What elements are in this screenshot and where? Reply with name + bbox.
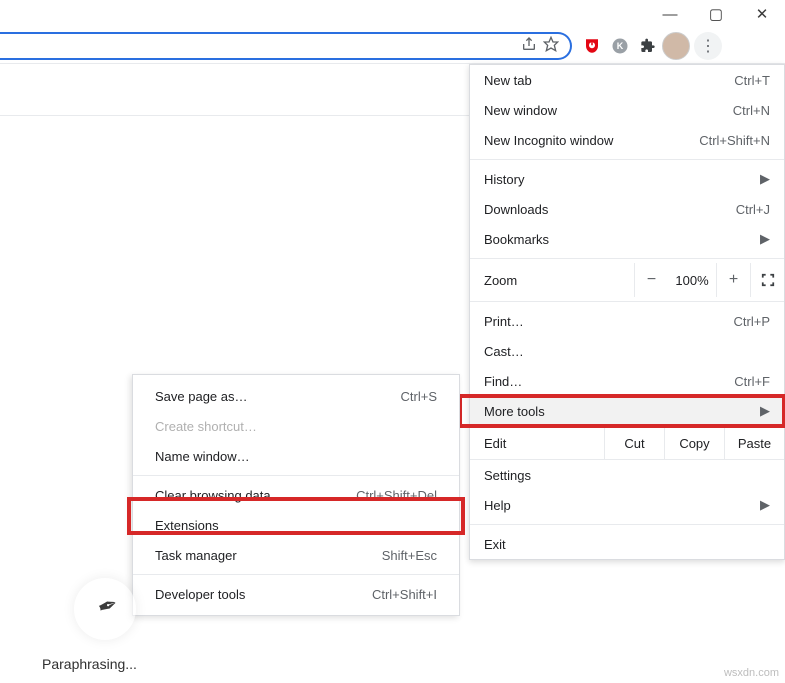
menu-bookmarks[interactable]: Bookmarks ▶	[470, 224, 784, 254]
edit-copy-button[interactable]: Copy	[664, 427, 724, 459]
menu-more-tools[interactable]: More tools ▶	[470, 396, 784, 426]
menu-find[interactable]: Find… Ctrl+F	[470, 366, 784, 396]
submenu-save-page[interactable]: Save page as… Ctrl+S	[133, 381, 459, 411]
menu-downloads[interactable]: Downloads Ctrl+J	[470, 194, 784, 224]
submenu-task-manager[interactable]: Task manager Shift+Esc	[133, 540, 459, 570]
menu-separator	[470, 524, 784, 525]
extension-icons: K ⋮	[578, 32, 726, 60]
chrome-main-menu: New tab Ctrl+T New window Ctrl+N New Inc…	[469, 64, 785, 560]
watermark-text: wsxdn.com	[724, 667, 779, 679]
menu-settings[interactable]: Settings	[470, 460, 784, 490]
chevron-right-icon: ▶	[760, 231, 770, 247]
content-separator	[0, 115, 470, 116]
window-controls: — ▢ ✕	[647, 0, 785, 28]
menu-edit: Edit Cut Copy Paste	[470, 426, 784, 460]
profile-avatar[interactable]	[662, 32, 690, 60]
chrome-menu-button[interactable]: ⋮	[694, 32, 722, 60]
zoom-value: 100%	[668, 273, 716, 288]
chevron-right-icon: ▶	[760, 403, 770, 419]
share-icon[interactable]	[518, 36, 540, 55]
browser-toolbar: K ⋮	[0, 28, 785, 64]
menu-cast[interactable]: Cast…	[470, 336, 784, 366]
star-icon[interactable]	[540, 36, 562, 55]
menu-help[interactable]: Help ▶	[470, 490, 784, 520]
chevron-right-icon: ▶	[760, 497, 770, 513]
menu-separator	[470, 301, 784, 302]
address-bar[interactable]	[0, 32, 572, 60]
edit-cut-button[interactable]: Cut	[604, 427, 664, 459]
submenu-extensions[interactable]: Extensions	[133, 510, 459, 540]
close-button[interactable]: ✕	[739, 0, 785, 28]
submenu-create-shortcut: Create shortcut…	[133, 411, 459, 441]
menu-separator	[470, 258, 784, 259]
menu-exit[interactable]: Exit	[470, 529, 784, 559]
menu-item-label: New tab	[484, 73, 734, 88]
zoom-in-button[interactable]: +	[716, 263, 750, 297]
submenu-name-window[interactable]: Name window…	[133, 441, 459, 471]
caption-text: Paraphrasing...	[42, 656, 137, 672]
more-tools-submenu: Save page as… Ctrl+S Create shortcut… Na…	[132, 374, 460, 616]
edit-paste-button[interactable]: Paste	[724, 427, 784, 459]
fullscreen-icon[interactable]	[750, 263, 784, 297]
menu-print[interactable]: Print… Ctrl+P	[470, 306, 784, 336]
submenu-clear-browsing-data[interactable]: Clear browsing data… Ctrl+Shift+Del	[133, 480, 459, 510]
zoom-out-button[interactable]: −	[634, 263, 668, 297]
ublock-icon[interactable]	[578, 32, 606, 60]
extension-k-icon[interactable]: K	[606, 32, 634, 60]
svg-text:K: K	[617, 41, 624, 51]
submenu-separator	[133, 574, 459, 575]
chevron-right-icon: ▶	[760, 171, 770, 187]
menu-separator	[470, 159, 784, 160]
menu-history[interactable]: History ▶	[470, 164, 784, 194]
menu-new-tab[interactable]: New tab Ctrl+T	[470, 65, 784, 95]
extensions-puzzle-icon[interactable]	[634, 32, 662, 60]
submenu-developer-tools[interactable]: Developer tools Ctrl+Shift+I	[133, 579, 459, 609]
menu-zoom: Zoom − 100% +	[470, 263, 784, 297]
maximize-button[interactable]: ▢	[693, 0, 739, 28]
menu-new-incognito[interactable]: New Incognito window Ctrl+Shift+N	[470, 125, 784, 155]
minimize-button[interactable]: —	[647, 0, 693, 28]
submenu-separator	[133, 475, 459, 476]
menu-item-shortcut: Ctrl+T	[734, 73, 770, 88]
menu-new-window[interactable]: New window Ctrl+N	[470, 95, 784, 125]
